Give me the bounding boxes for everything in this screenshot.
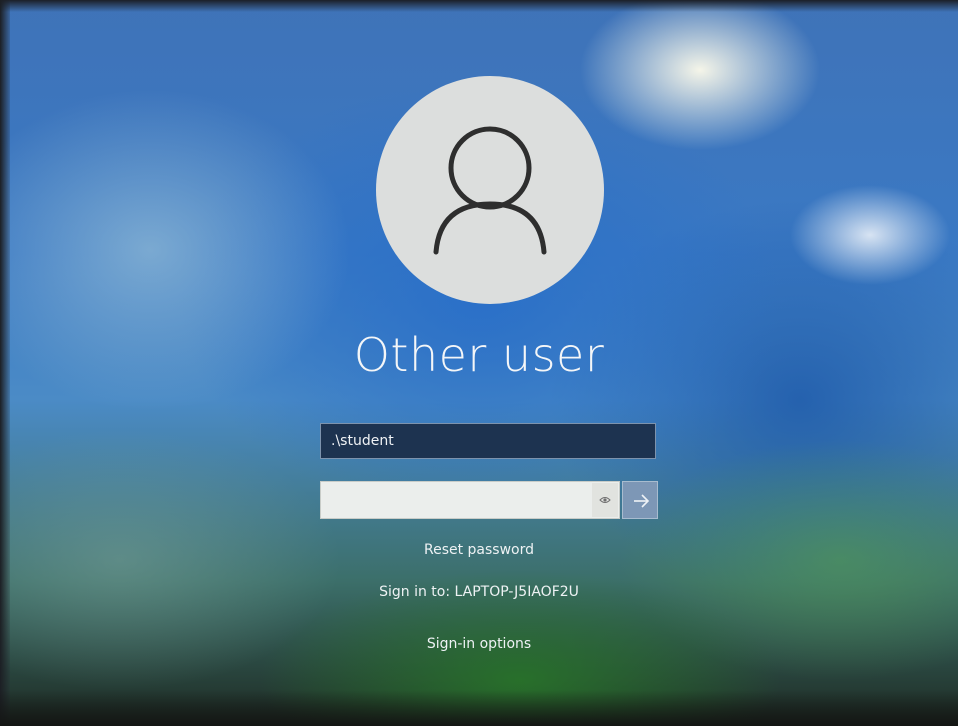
password-row bbox=[320, 481, 658, 519]
eye-icon[interactable] bbox=[592, 483, 618, 517]
screen-bezel-left bbox=[0, 0, 10, 726]
password-field[interactable] bbox=[320, 481, 620, 519]
user-silhouette-icon bbox=[433, 126, 547, 255]
user-name: Other user bbox=[353, 328, 605, 382]
screen-bezel-top bbox=[0, 0, 958, 12]
reset-password-link[interactable]: Reset password bbox=[279, 542, 679, 558]
lock-screen: Other user .\student Reset password Sign… bbox=[0, 0, 958, 726]
avatar bbox=[376, 76, 604, 304]
submit-button[interactable] bbox=[622, 481, 658, 519]
arrow-right-icon bbox=[634, 494, 650, 508]
sign-in-target: Sign in to: LAPTOP-J5IAOF2U bbox=[379, 584, 579, 600]
sign-in-options-link[interactable]: Sign-in options bbox=[279, 636, 679, 652]
username-field[interactable]: .\student bbox=[320, 423, 656, 459]
screen-bezel-bottom bbox=[0, 690, 958, 726]
